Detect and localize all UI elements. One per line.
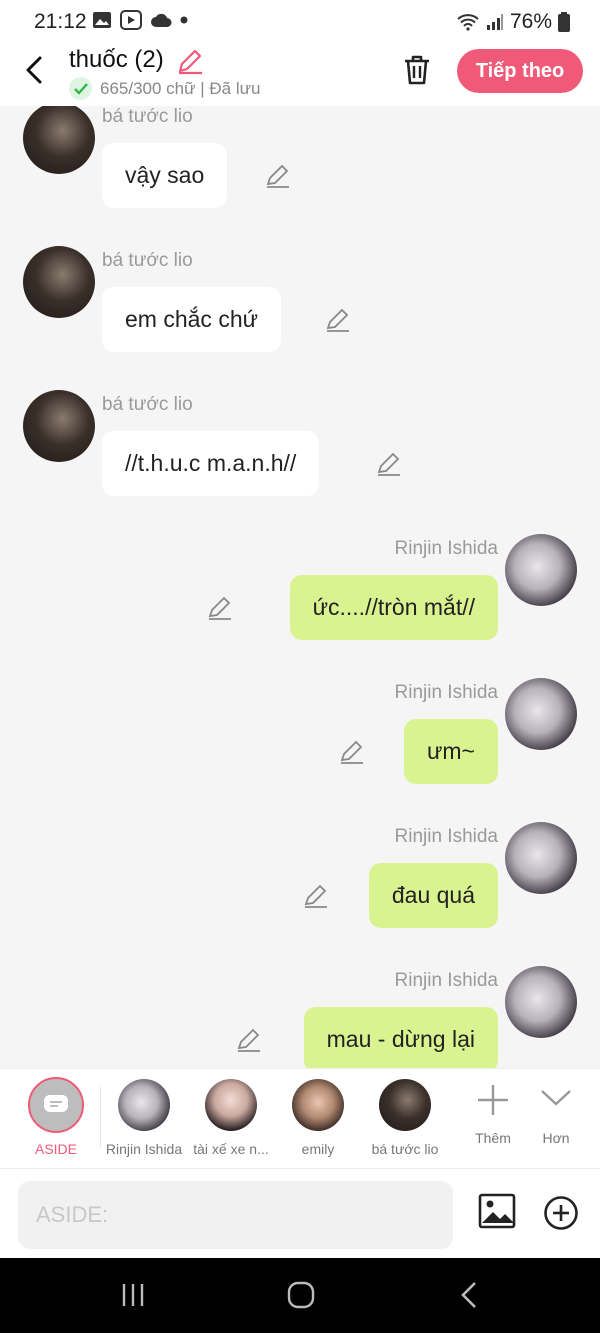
video-app-icon [120,10,142,30]
sender-name: Rinjin Ishida [394,970,499,991]
status-time: 21:12 [34,10,87,33]
trash-icon[interactable] [400,53,434,87]
next-button[interactable]: Tiếp theo [457,49,583,93]
edit-message-icon[interactable] [236,1027,262,1053]
sender-name: Rinjin Ishida [394,538,499,559]
sender-name: bá tước lio [102,106,193,127]
character-driver[interactable]: tài xế xe n... [186,1079,276,1157]
message-bubble[interactable]: em chắc chứ [102,287,282,352]
chat-bubble-icon [44,1095,68,1112]
character-label: tài xế xe n... [193,1141,269,1157]
check-icon [69,77,92,100]
message-bubble[interactable]: vậy sao [102,143,228,208]
add-circle-icon[interactable] [543,1195,579,1231]
character-label: emily [301,1141,335,1157]
back-arrow-icon[interactable] [18,52,54,88]
recent-apps-icon[interactable] [118,1280,148,1310]
sender-name: Rinjin Ishida [394,826,499,847]
edit-message-icon[interactable] [265,163,291,189]
save-status: 665/300 chữ | Đã lưu [69,77,260,100]
avatar[interactable] [505,966,577,1038]
gallery-icon [93,12,111,28]
sender-name: bá tước lio [102,250,193,271]
avatar[interactable] [505,678,577,750]
status-bar: 21:12 76% [0,0,600,44]
avatar [205,1079,257,1131]
character-label: Rinjin Ishida [105,1141,183,1157]
character-selector: ASIDE Rinjin Ishida tài xế xe n... emily… [0,1068,600,1168]
word-count: 665/300 chữ | Đã lưu [100,78,261,98]
character-label: Hơn [542,1130,570,1146]
battery-percent: 76% [509,10,552,33]
chevron-down-icon [541,1090,571,1106]
wifi-icon [457,14,479,31]
character-label: ASIDE [34,1141,77,1157]
edit-message-icon[interactable] [207,595,233,621]
chat-list[interactable]: bá tước lio vậy sao bá tước lio em chắc … [0,106,600,1068]
input-bar: ASIDE: [0,1168,600,1258]
sender-name: bá tước lio [102,394,193,415]
avatar[interactable] [23,390,95,462]
message-bubble[interactable]: ưm~ [404,719,498,784]
message-bubble[interactable]: ức....//tròn mắt// [289,575,498,640]
edit-message-icon[interactable] [325,307,351,333]
avatar[interactable] [505,822,577,894]
back-nav-icon[interactable] [455,1280,485,1310]
avatar[interactable] [23,246,95,318]
character-aside[interactable]: ASIDE [11,1077,101,1157]
system-nav-bar [0,1258,600,1333]
cloud-icon [151,13,172,27]
avatar[interactable] [505,534,577,606]
avatar [118,1079,170,1131]
image-icon[interactable] [478,1193,516,1229]
more-characters-button[interactable]: Hơn [511,1079,600,1146]
dot-icon [180,16,188,24]
message-bubble[interactable]: đau quá [368,863,498,928]
signal-icon [486,14,503,30]
message-bubble[interactable]: mau - dừng lại [303,1007,498,1068]
app-bar: thuốc (2) 665/300 chữ | Đã lưu Tiếp theo [0,44,600,106]
page-title: thuốc (2) [69,46,164,73]
message-bubble[interactable]: //t.h.u.c m.a.n.h// [102,431,320,496]
character-emily[interactable]: emily [273,1079,363,1157]
home-icon[interactable] [286,1280,316,1310]
edit-message-icon[interactable] [339,739,365,765]
edit-message-icon[interactable] [303,883,329,909]
character-lio[interactable]: bá tước lio [360,1079,450,1157]
avatar [292,1079,344,1131]
edit-title-icon[interactable] [176,47,204,75]
avatar [379,1079,431,1131]
aside-avatar [28,1077,84,1133]
sender-name: Rinjin Ishida [394,682,499,703]
edit-message-icon[interactable] [376,451,402,477]
avatar[interactable] [23,106,95,174]
character-rinjin[interactable]: Rinjin Ishida [99,1079,189,1157]
battery-icon [558,12,570,32]
message-input[interactable]: ASIDE: [18,1181,453,1249]
character-label: bá tước lio [371,1141,439,1157]
